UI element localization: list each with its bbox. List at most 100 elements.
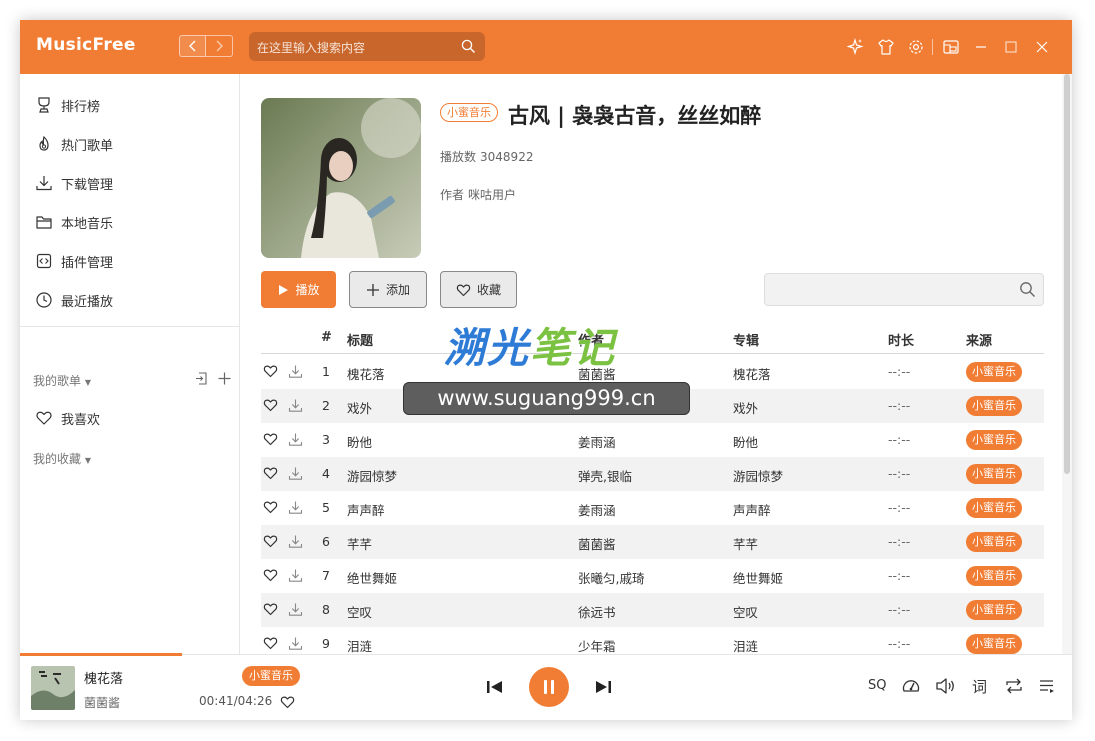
row-artist: 少年霜 (578, 639, 616, 654)
row-title: 槐花落 (347, 367, 385, 382)
my-collections-header[interactable]: 我的收藏 ▼ (33, 450, 91, 467)
my-playlists-header[interactable]: 我的歌单 ▼ (33, 372, 91, 389)
search-icon[interactable] (461, 39, 476, 54)
download-icon[interactable] (288, 568, 303, 586)
col-duration: 时长 (888, 334, 915, 349)
now-playing-source-tag: 小蜜音乐 (242, 666, 300, 686)
table-row[interactable]: 7 绝世舞姬 张曦匀,戚琦 绝世舞姬 --:-- 小蜜音乐 (261, 559, 1044, 593)
heart-icon[interactable] (263, 636, 278, 653)
heart-icon[interactable] (263, 602, 278, 619)
download-icon[interactable] (288, 500, 303, 518)
heart-icon[interactable] (263, 500, 278, 517)
maximize-button[interactable] (1001, 37, 1021, 57)
col-album: 专辑 (733, 334, 760, 349)
song-filter-input[interactable] (764, 273, 1044, 306)
playlist-cover (261, 98, 421, 258)
row-artist: 弹壳,银临 (578, 469, 632, 484)
plus-icon (366, 283, 380, 297)
row-source-tag: 小蜜音乐 (966, 464, 1022, 484)
sidebar-item-recent[interactable]: 最近播放 (34, 288, 113, 312)
total-time: 04:26 (237, 694, 273, 708)
download-icon[interactable] (288, 602, 303, 620)
watermark-url: www.suguang999.cn (403, 382, 690, 415)
volume-icon (936, 678, 954, 694)
pause-button[interactable] (529, 667, 569, 707)
progress-bar[interactable] (20, 653, 182, 656)
scrollbar-thumb[interactable] (1064, 74, 1070, 474)
play-icon (277, 284, 289, 296)
repeat-icon (1006, 678, 1022, 694)
quality-button[interactable]: SQ (868, 678, 886, 693)
speed-button[interactable] (901, 676, 921, 696)
lyrics-button[interactable]: 词 (972, 676, 987, 697)
play-count-value: 3048922 (480, 150, 534, 164)
row-index: 6 (322, 534, 330, 549)
play-count: 播放数 3048922 (440, 148, 533, 165)
download-icon[interactable] (288, 364, 303, 382)
heart-icon[interactable] (263, 568, 278, 585)
search-input[interactable]: 在这里输入搜索内容 (249, 32, 485, 61)
heart-icon[interactable] (263, 432, 278, 449)
table-row[interactable]: 3 盼他 姜雨涵 盼他 --:-- 小蜜音乐 (261, 423, 1044, 457)
sidebar-item-plugins[interactable]: 插件管理 (34, 249, 113, 273)
table-row[interactable]: 6 芊芊 菌菌酱 芊芊 --:-- 小蜜音乐 (261, 525, 1044, 559)
my-collections-label: 我的收藏 (33, 452, 82, 466)
col-title: 标题 (347, 334, 374, 349)
heart-icon[interactable] (263, 534, 278, 551)
next-button[interactable] (593, 678, 613, 696)
row-duration: --:-- (888, 364, 911, 379)
sidebar-item-hot-playlists[interactable]: 热门歌单 (34, 132, 113, 156)
row-duration: --:-- (888, 466, 911, 481)
sidebar-item-local-music[interactable]: 本地音乐 (34, 210, 113, 234)
row-source-tag: 小蜜音乐 (966, 634, 1022, 654)
add-button[interactable]: 添加 (349, 271, 427, 308)
table-row[interactable]: 8 空叹 徐远书 空叹 --:-- 小蜜音乐 (261, 593, 1044, 627)
import-playlist-icon[interactable] (194, 371, 209, 386)
previous-button[interactable] (485, 678, 505, 696)
back-arrow-icon (188, 40, 195, 52)
collect-button[interactable]: 收藏 (440, 271, 517, 308)
table-row[interactable]: 4 游园惊梦 弹壳,银临 游园惊梦 --:-- 小蜜音乐 (261, 457, 1044, 491)
row-title: 戏外 (347, 401, 373, 416)
play-all-button[interactable]: 播放 (261, 271, 336, 308)
sidebar-item-downloads[interactable]: 下载管理 (34, 171, 113, 195)
download-icon[interactable] (288, 466, 303, 484)
heart-icon[interactable] (263, 398, 278, 415)
sidebar-item-ranking[interactable]: 排行榜 (34, 93, 100, 117)
download-icon[interactable] (288, 636, 303, 654)
mini-mode-button[interactable] (941, 37, 961, 57)
row-title: 盼他 (347, 435, 373, 450)
sparkle-button[interactable] (845, 37, 865, 57)
sidebar-item-favorites[interactable]: 我喜欢 (34, 406, 100, 430)
download-icon[interactable] (288, 534, 303, 552)
add-playlist-icon[interactable] (217, 371, 232, 386)
heart-icon[interactable] (263, 466, 278, 483)
favorite-heart-icon[interactable] (280, 695, 295, 709)
repeat-mode-button[interactable] (1004, 677, 1024, 695)
download-icon[interactable] (288, 432, 303, 450)
forward-button[interactable] (206, 35, 233, 57)
plugin-icon (34, 251, 54, 271)
settings-button[interactable] (906, 37, 926, 57)
back-button[interactable] (179, 35, 206, 57)
close-button[interactable] (1032, 37, 1052, 57)
download-icon[interactable] (288, 398, 303, 416)
speedometer-icon (902, 680, 920, 692)
row-index: 7 (322, 568, 330, 583)
caret-down-icon: ▼ (84, 456, 91, 465)
col-source: 来源 (966, 334, 993, 349)
heart-icon[interactable] (263, 364, 278, 381)
playlist-queue-button[interactable] (1038, 677, 1056, 695)
minimize-button[interactable] (971, 37, 991, 57)
play-all-label: 播放 (295, 283, 320, 297)
row-album: 泪涟 (733, 639, 759, 654)
app-logo: MusicFree (36, 35, 136, 55)
table-row[interactable]: 5 声声醉 姜雨涵 声声醉 --:-- 小蜜音乐 (261, 491, 1044, 525)
playlist-author: 作者 咪咕用户 (440, 186, 516, 203)
now-playing-cover[interactable] (31, 666, 75, 710)
volume-button[interactable] (935, 676, 957, 696)
row-index: 1 (322, 364, 330, 379)
theme-button[interactable] (876, 37, 896, 57)
scrollbar[interactable] (1062, 74, 1072, 654)
row-index: 4 (322, 466, 330, 481)
